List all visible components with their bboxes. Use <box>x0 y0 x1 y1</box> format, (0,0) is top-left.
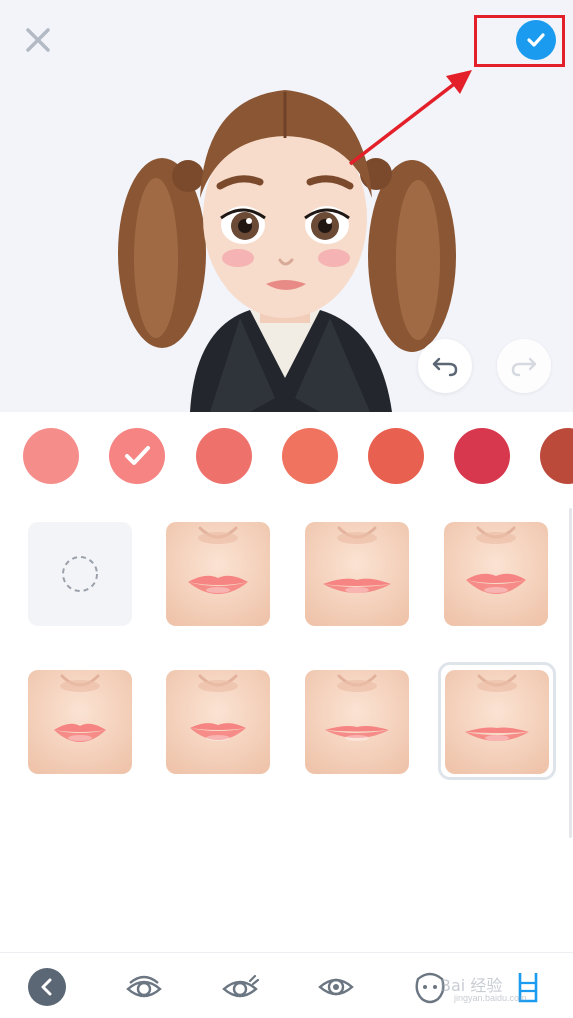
lip-style-option[interactable] <box>444 522 548 626</box>
avatar-preview <box>0 0 573 412</box>
avatar-editor: Bai 经验 jingyan.baidu.com <box>0 0 573 1018</box>
color-swatch-selected[interactable] <box>109 428 165 484</box>
lip-style-option-selected[interactable] <box>445 670 549 774</box>
lips-preview-image <box>445 670 549 774</box>
face-icon <box>415 972 445 1004</box>
redo-button[interactable] <box>497 339 551 393</box>
undo-icon <box>432 357 458 377</box>
back-button[interactable] <box>25 965 69 1009</box>
lips-preview-image <box>28 670 132 774</box>
redo-icon <box>511 357 537 377</box>
close-button[interactable] <box>18 20 58 60</box>
avatar-character <box>118 90 456 412</box>
color-swatch[interactable] <box>282 428 338 484</box>
lip-style-grid <box>0 502 573 952</box>
annotation-highlight-box <box>474 15 565 67</box>
empty-circle-icon <box>62 556 98 592</box>
lip-color-palette <box>0 412 573 502</box>
color-swatch[interactable] <box>454 428 510 484</box>
color-swatch[interactable] <box>196 428 252 484</box>
color-swatch[interactable] <box>23 428 79 484</box>
back-icon <box>28 968 66 1006</box>
face-category-tab[interactable] <box>408 965 452 1009</box>
eyelash-category-tab[interactable] <box>218 965 262 1009</box>
lip-style-none-button[interactable] <box>28 522 132 626</box>
lip-style-option[interactable] <box>305 670 409 774</box>
scrollbar[interactable] <box>569 508 572 838</box>
lips-category-tab[interactable] <box>506 965 550 1009</box>
eyelid-category-tab[interactable] <box>122 965 166 1009</box>
close-icon <box>26 28 50 52</box>
lips-preview-image <box>166 522 270 626</box>
lips-icon <box>518 973 538 1003</box>
lips-preview-image <box>305 522 409 626</box>
color-swatch[interactable] <box>368 428 424 484</box>
bottom-category-nav <box>0 952 573 1018</box>
undo-button[interactable] <box>418 339 472 393</box>
eye-lid-icon <box>126 975 162 998</box>
lip-style-option[interactable] <box>28 670 132 774</box>
lip-style-option[interactable] <box>166 522 270 626</box>
lips-preview-image <box>305 670 409 774</box>
lips-preview-image <box>166 670 270 774</box>
eyelash-icon <box>222 974 260 998</box>
lip-style-option[interactable] <box>305 522 409 626</box>
eye-icon <box>318 978 354 996</box>
eye-category-tab[interactable] <box>314 965 358 1009</box>
color-swatch[interactable] <box>540 428 573 484</box>
checkmark-icon <box>125 446 150 465</box>
lips-preview-image <box>444 522 548 626</box>
lip-style-option[interactable] <box>166 670 270 774</box>
